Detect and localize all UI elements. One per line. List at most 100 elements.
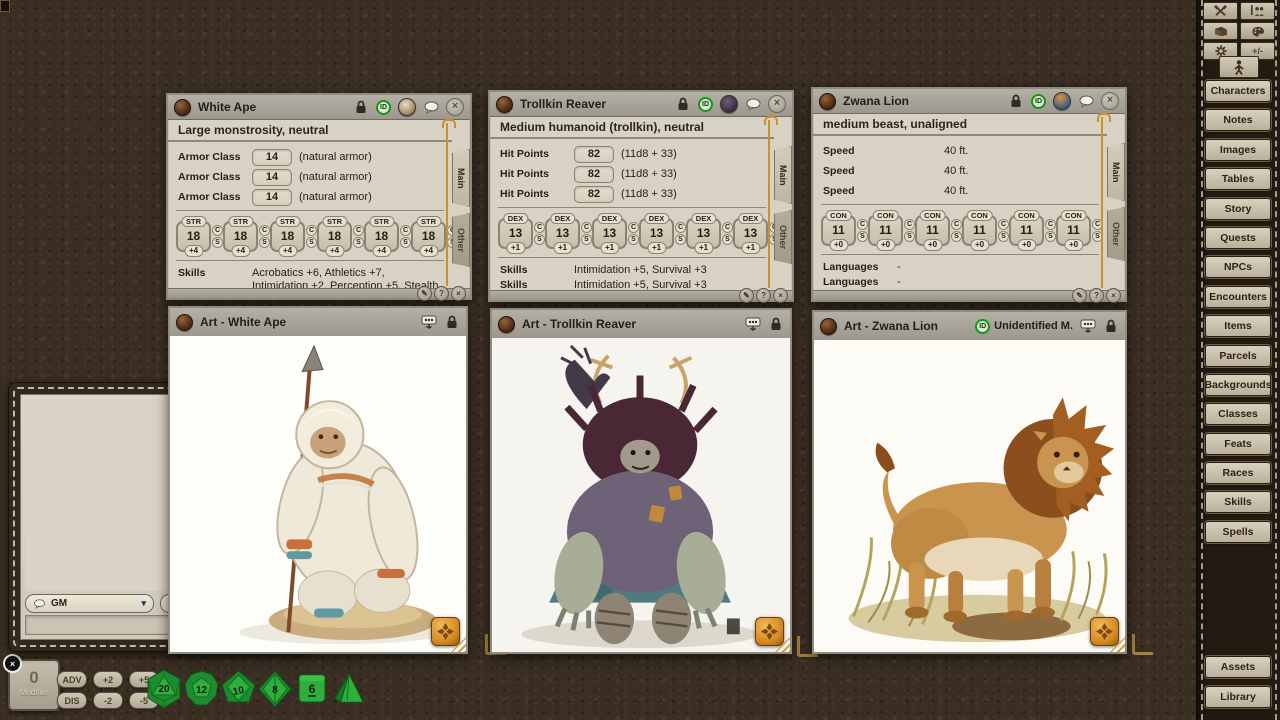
save-roll-button[interactable]: S: [259, 237, 270, 248]
ability-block[interactable]: STR 18 +4: [364, 221, 399, 252]
sidebar-button[interactable]: Parcels: [1205, 345, 1271, 367]
tab-main[interactable]: Main: [452, 149, 470, 207]
ability-block[interactable]: STR 18 +4: [223, 221, 258, 252]
npc-token-portrait[interactable]: [1053, 92, 1071, 110]
window-menu-orb-icon[interactable]: [174, 99, 191, 116]
sidebar-button[interactable]: Items: [1205, 315, 1271, 337]
sidebar-button[interactable]: Notes: [1205, 109, 1271, 131]
roll-modifier-button[interactable]: DIS: [57, 692, 87, 709]
vertical-scrollbar[interactable]: [1101, 117, 1103, 288]
save-roll-button[interactable]: S: [904, 231, 915, 242]
zwana-lion-artwork[interactable]: [814, 340, 1125, 652]
share-icon[interactable]: [1080, 318, 1096, 334]
art-window-titlebar[interactable]: Art - Trollkin Reaver: [492, 310, 790, 339]
ability-block[interactable]: STR 18 +4: [176, 221, 211, 252]
check-roll-button[interactable]: C: [534, 222, 545, 233]
check-roll-button[interactable]: C: [581, 222, 592, 233]
ability-modifier[interactable]: +0: [1017, 239, 1036, 251]
identified-badge-icon[interactable]: ID: [975, 319, 990, 334]
check-roll-button[interactable]: C: [306, 225, 317, 236]
check-roll-button[interactable]: C: [722, 222, 733, 233]
image-pan-button[interactable]: [431, 617, 460, 646]
edit-icon[interactable]: ✎: [417, 286, 432, 301]
d4-die[interactable]: [331, 666, 367, 712]
lock-icon[interactable]: [1103, 318, 1119, 334]
vertical-scrollbar[interactable]: [768, 120, 770, 288]
book-button[interactable]: [1203, 22, 1238, 40]
ability-block[interactable]: DEX 13 +1: [498, 218, 533, 249]
tab-other[interactable]: Other: [1107, 207, 1125, 261]
trollkin-artwork[interactable]: [492, 338, 790, 652]
identified-badge-icon[interactable]: ID: [698, 97, 713, 112]
roll-modifier-button[interactable]: +2: [93, 671, 123, 688]
ability-block[interactable]: DEX 13 +1: [545, 218, 580, 249]
npc-token-portrait[interactable]: [398, 98, 416, 116]
sidebar-button[interactable]: Races: [1205, 462, 1271, 484]
ability-block[interactable]: CON 11 +0: [1009, 215, 1044, 246]
d6-die[interactable]: 6: [294, 666, 330, 712]
ability-modifier[interactable]: +1: [506, 242, 525, 254]
npc-window-titlebar[interactable]: Zwana Lion ID ×: [813, 89, 1125, 114]
window-menu-orb-icon[interactable]: [176, 314, 193, 331]
ability-modifier[interactable]: +4: [278, 245, 297, 257]
sidebar-button[interactable]: Characters: [1205, 80, 1271, 102]
d12-die[interactable]: 12: [183, 666, 219, 712]
save-roll-button[interactable]: S: [857, 231, 868, 242]
window-menu-orb-icon[interactable]: [820, 318, 837, 335]
check-roll-button[interactable]: C: [628, 222, 639, 233]
check-roll-button[interactable]: C: [857, 219, 868, 230]
check-roll-button[interactable]: C: [675, 222, 686, 233]
close-icon[interactable]: ×: [773, 288, 788, 303]
help-icon[interactable]: ?: [756, 288, 771, 303]
ability-modifier[interactable]: +1: [600, 242, 619, 254]
check-roll-button[interactable]: C: [400, 225, 411, 236]
d10-die[interactable]: 10: [220, 666, 256, 712]
help-icon[interactable]: ?: [1089, 288, 1104, 303]
tab-main[interactable]: Main: [1107, 143, 1125, 201]
check-roll-button[interactable]: C: [998, 219, 1009, 230]
stat-value-field[interactable]: 82: [574, 166, 614, 183]
modifier-box[interactable]: × 0 Modifier: [8, 659, 60, 711]
ability-modifier[interactable]: +0: [829, 239, 848, 251]
vertical-scrollbar[interactable]: [446, 123, 448, 286]
close-icon[interactable]: ×: [1106, 288, 1121, 303]
ability-modifier[interactable]: +4: [419, 245, 438, 257]
roll-modifier-button[interactable]: -2: [93, 692, 123, 709]
lock-icon[interactable]: [1008, 93, 1024, 109]
check-roll-button[interactable]: C: [1045, 219, 1056, 230]
save-roll-button[interactable]: S: [722, 234, 733, 245]
edit-icon[interactable]: ✎: [1072, 288, 1087, 303]
ability-block[interactable]: STR 18 +4: [317, 221, 352, 252]
party-button[interactable]: [1240, 2, 1275, 20]
sidebar-button[interactable]: Quests: [1205, 227, 1271, 249]
sidebar-button[interactable]: Images: [1205, 139, 1271, 161]
window-menu-orb-icon[interactable]: [496, 96, 513, 113]
d8-die[interactable]: 8: [257, 666, 293, 712]
npc-token-portrait[interactable]: [720, 95, 738, 113]
ability-modifier[interactable]: +0: [923, 239, 942, 251]
check-roll-button[interactable]: C: [904, 219, 915, 230]
ability-modifier[interactable]: +4: [184, 245, 203, 257]
ability-block[interactable]: STR 18 +4: [270, 221, 305, 252]
ability-modifier[interactable]: +1: [741, 242, 760, 254]
sidebar-button[interactable]: Spells: [1205, 521, 1271, 543]
npc-window-titlebar[interactable]: White Ape ID ×: [168, 95, 470, 120]
chat-bubble-icon[interactable]: [745, 96, 761, 112]
clear-modifier-icon[interactable]: ×: [3, 654, 22, 673]
save-roll-button[interactable]: S: [675, 234, 686, 245]
ability-modifier[interactable]: +4: [372, 245, 391, 257]
edit-icon[interactable]: ✎: [739, 288, 754, 303]
ability-block[interactable]: DEX 13 +1: [686, 218, 721, 249]
sidebar-button[interactable]: Backgrounds: [1205, 374, 1271, 396]
sidebar-button[interactable]: NPCs: [1205, 256, 1271, 278]
ability-block[interactable]: CON 11 +0: [915, 215, 950, 246]
ability-block[interactable]: CON 11 +0: [1056, 215, 1091, 246]
save-roll-button[interactable]: S: [400, 237, 411, 248]
identified-badge-icon[interactable]: ID: [376, 100, 391, 115]
check-roll-button[interactable]: C: [259, 225, 270, 236]
close-icon[interactable]: ×: [1101, 92, 1119, 110]
ability-modifier[interactable]: +0: [876, 239, 895, 251]
close-icon[interactable]: ×: [768, 95, 786, 113]
stat-value-field[interactable]: 14: [252, 169, 292, 186]
ability-modifier[interactable]: +4: [325, 245, 344, 257]
